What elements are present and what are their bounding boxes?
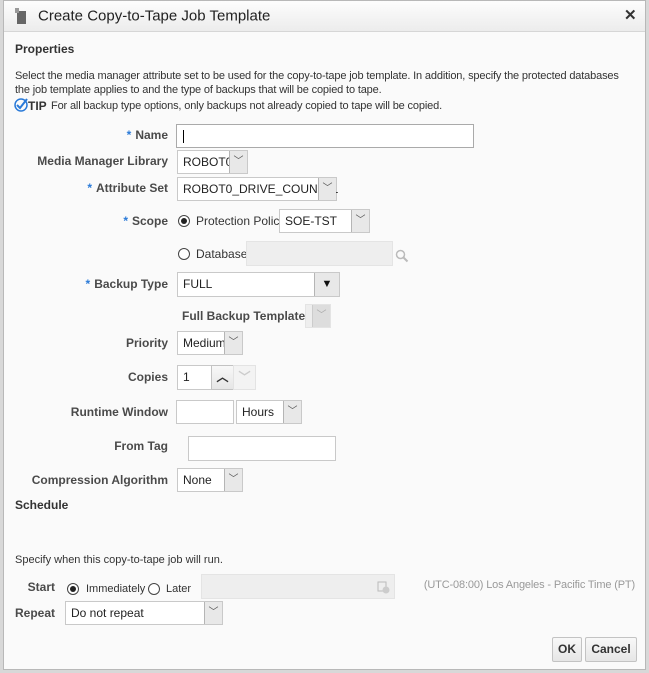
- required-marker: *: [126, 128, 132, 142]
- start-date-input[interactable]: [201, 574, 395, 599]
- chevron-down-icon: ﹀: [318, 178, 336, 200]
- library-select[interactable]: ROBOT0 ﹀: [177, 150, 248, 174]
- chevron-down-icon: ﹀: [224, 469, 242, 491]
- from-tag-label: From Tag: [114, 439, 168, 453]
- chevron-down-icon: ﹀: [283, 401, 301, 423]
- name-label: * Name: [127, 128, 168, 142]
- attribute-set-label: * Attribute Set: [87, 181, 168, 195]
- database-radio[interactable]: [178, 248, 190, 260]
- later-radio[interactable]: [148, 583, 160, 595]
- description-line-2: the job template applies to and the type…: [15, 84, 382, 96]
- template-icon: [15, 8, 26, 24]
- copies-input[interactable]: 1: [177, 365, 212, 390]
- compression-select[interactable]: None ﹀: [177, 468, 243, 492]
- search-icon[interactable]: [395, 249, 409, 263]
- start-label: Start: [27, 580, 55, 594]
- runtime-unit-select[interactable]: Hours ﹀: [236, 400, 302, 424]
- repeat-select[interactable]: Do not repeat ﹀: [65, 601, 223, 625]
- library-label: Media Manager Library: [37, 154, 168, 168]
- database-label: Database: [196, 247, 248, 261]
- copies-label: Copies: [127, 370, 168, 384]
- ok-button[interactable]: OK: [552, 637, 582, 662]
- tip-check-icon: [14, 98, 28, 112]
- dialog-title: Create Copy-to-Tape Job Template: [38, 7, 271, 25]
- protection-policy-radio[interactable]: [178, 215, 190, 227]
- dialog-title-bar[interactable]: Create Copy-to-Tape Job Template ✕: [4, 1, 645, 32]
- name-input[interactable]: [176, 124, 474, 148]
- attribute-set-select[interactable]: ROBOT0_DRIVE_COUNT_1 ﹀: [177, 177, 338, 201]
- create-job-template-dialog: Create Copy-to-Tape Job Template ✕ Prope…: [3, 0, 646, 670]
- scope-label: * Scope: [123, 214, 168, 228]
- later-label: Later: [166, 583, 192, 595]
- runtime-window-label: Runtime Window: [70, 405, 168, 419]
- timezone-label: (UTC-08:00) Los Angeles - Pacific Time (…: [423, 579, 635, 591]
- tip-text: For all backup type options, only backup…: [51, 100, 442, 112]
- protection-policy-select[interactable]: SOE-TST ﹀: [279, 209, 370, 233]
- backup-type-label: * Backup Type: [85, 277, 168, 291]
- priority-select[interactable]: Medium ﹀: [177, 331, 243, 355]
- database-input[interactable]: [246, 241, 393, 266]
- text-cursor: [183, 130, 184, 143]
- from-tag-input[interactable]: [188, 436, 336, 461]
- caret-down-icon: ▼: [314, 273, 339, 296]
- schedule-heading: Schedule: [15, 498, 69, 512]
- full-backup-template-label: Full Backup Template: [182, 309, 306, 323]
- compression-label: Compression Algorithm: [31, 473, 168, 487]
- schedule-description: Specify when this copy-to-tape job will …: [15, 554, 223, 566]
- copies-decrement-button[interactable]: ﹀: [233, 365, 256, 390]
- calendar-clock-icon[interactable]: [377, 580, 390, 594]
- backup-type-select[interactable]: FULL ▼: [177, 272, 340, 297]
- close-icon[interactable]: ✕: [624, 6, 637, 24]
- chevron-down-icon: ﹀: [224, 332, 242, 354]
- protection-policy-label: Protection Policy: [196, 214, 286, 228]
- description-line-1: Select the media manager attribute set t…: [15, 70, 619, 82]
- runtime-window-input[interactable]: [176, 400, 234, 424]
- cancel-button[interactable]: Cancel: [585, 637, 637, 662]
- properties-heading: Properties: [15, 42, 75, 56]
- properties-description: Select the media manager attribute set t…: [15, 69, 637, 97]
- repeat-label: Repeat: [14, 606, 55, 620]
- immediately-radio[interactable]: [67, 583, 79, 595]
- chevron-down-icon: ﹀: [351, 210, 369, 232]
- tip-label: TIP: [28, 99, 47, 113]
- priority-label: Priority: [125, 336, 168, 350]
- name-label-text: Name: [135, 128, 168, 142]
- copies-increment-button[interactable]: ︿: [211, 365, 234, 390]
- immediately-label: Immediately: [86, 583, 146, 595]
- chevron-down-icon: ﹀: [204, 602, 222, 624]
- chevron-down-icon: ﹀: [229, 151, 247, 173]
- chevron-down-icon: ﹀: [312, 305, 330, 327]
- full-backup-template-select[interactable]: ﹀: [305, 304, 331, 328]
